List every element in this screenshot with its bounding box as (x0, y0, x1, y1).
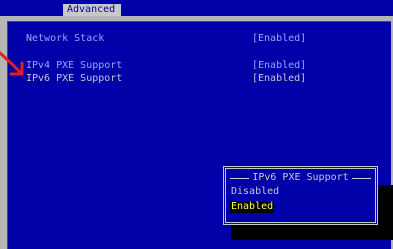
popup-title: IPv6 PXE Support (224, 172, 377, 184)
setting-label: Network Stack (26, 33, 105, 44)
setting-value: [Enabled] (252, 60, 307, 71)
option-disabled[interactable]: Disabled (230, 186, 280, 198)
red-arrow-icon (0, 51, 24, 76)
setting-value: [Enabled] (252, 33, 307, 44)
setting-row-ipv4-pxe-support[interactable]: IPv4 PXE Support [Enabled] (26, 60, 306, 72)
top-menu-bar: Advanced (0, 0, 393, 16)
option-enabled[interactable]: Enabled (230, 201, 275, 213)
option-popup: IPv6 PXE Support Disabled Enabled (223, 166, 378, 225)
setting-label: IPv6 PXE Support (26, 73, 123, 84)
setting-label: IPv4 PXE Support (26, 60, 123, 71)
setting-row-ipv6-pxe-support[interactable]: IPv6 PXE Support [Enabled] (26, 73, 306, 85)
setting-value: [Enabled] (252, 73, 307, 84)
tab-advanced[interactable]: Advanced (63, 4, 121, 16)
setting-row-network-stack[interactable]: Network Stack [Enabled] (26, 33, 306, 45)
